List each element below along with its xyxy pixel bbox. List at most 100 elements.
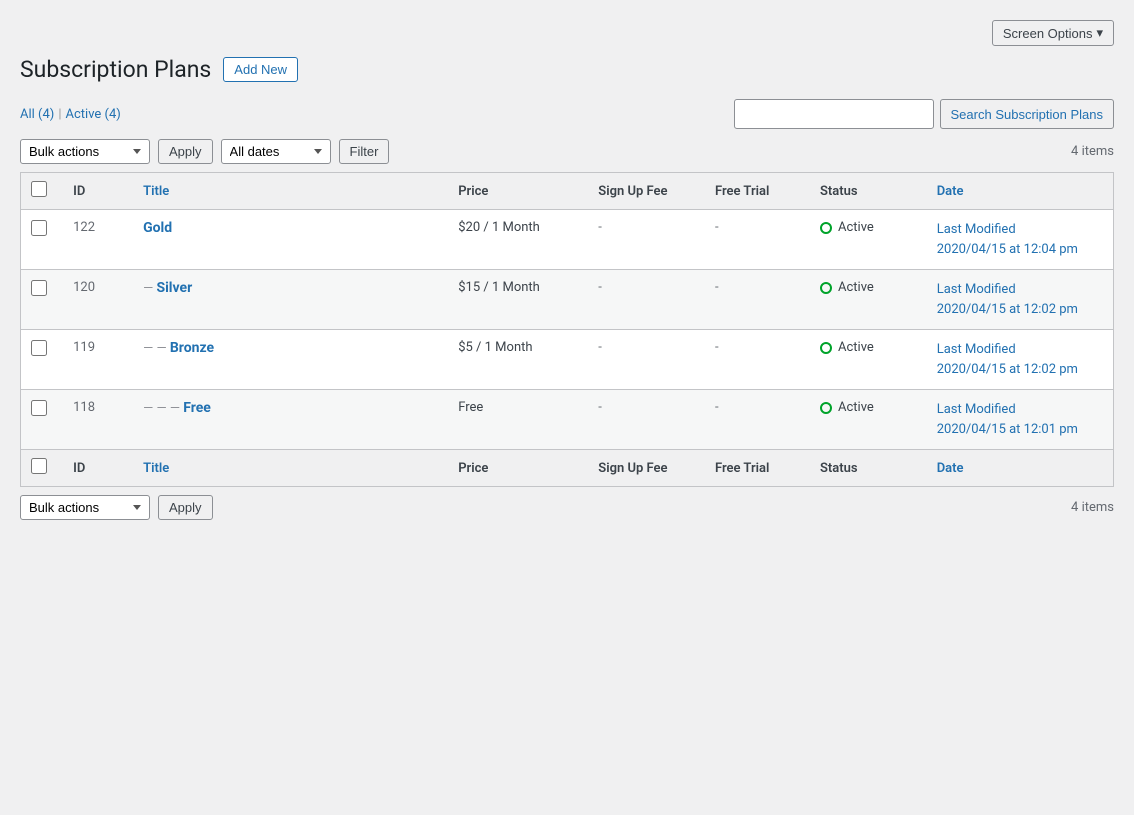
top-bar: Screen Options ▾ xyxy=(20,20,1114,46)
row-id: 119 xyxy=(63,330,133,390)
row-signup-fee: - xyxy=(588,390,705,450)
row-checkbox-1[interactable] xyxy=(31,280,47,296)
bulk-actions-select-top[interactable]: Bulk actions xyxy=(20,139,150,164)
row-price: $15 / 1 Month xyxy=(448,270,588,330)
plan-title-link-1[interactable]: Silver xyxy=(156,280,192,296)
row-date: Last Modified2020/04/15 at 12:02 pm xyxy=(927,270,1114,330)
status-column-header: Status xyxy=(810,173,927,210)
row-price: $20 / 1 Month xyxy=(448,210,588,270)
id-column-header: ID xyxy=(63,173,133,210)
row-date: Last Modified2020/04/15 at 12:01 pm xyxy=(927,390,1114,450)
apply-button-bottom[interactable]: Apply xyxy=(158,495,213,520)
screen-options-label: Screen Options xyxy=(1003,26,1093,41)
bulk-actions-select-bottom[interactable]: Bulk actions xyxy=(20,495,150,520)
row-free-trial: - xyxy=(705,270,810,330)
add-new-button[interactable]: Add New xyxy=(223,57,298,82)
item-count-bottom: 4 items xyxy=(1071,500,1114,515)
page-header: Subscription Plans Add New xyxy=(20,56,1114,83)
row-status: Active xyxy=(810,330,927,390)
date-text: Last Modified2020/04/15 at 12:02 pm xyxy=(937,282,1078,317)
table-footer-row: ID Title Price Sign Up Fee Free Trial St… xyxy=(21,450,1114,487)
status-dot xyxy=(820,222,832,234)
screen-options-button[interactable]: Screen Options ▾ xyxy=(992,20,1114,46)
page-title: Subscription Plans xyxy=(20,56,211,83)
select-all-footer-column xyxy=(21,450,64,487)
title-column-header: Title xyxy=(133,173,448,210)
signup-fee-footer-column: Sign Up Fee xyxy=(588,450,705,487)
title-footer-sort-link[interactable]: Title xyxy=(143,461,169,476)
table-row: 118— — — FreeFree--ActiveLast Modified20… xyxy=(21,390,1114,450)
status-label: Active xyxy=(838,280,874,295)
apply-button-top[interactable]: Apply xyxy=(158,139,213,164)
row-checkbox-2[interactable] xyxy=(31,340,47,356)
top-toolbar: Bulk actions Apply All dates Filter 4 it… xyxy=(20,139,1114,164)
view-active-link[interactable]: Active (4) xyxy=(66,107,121,122)
search-input[interactable] xyxy=(734,99,934,129)
row-signup-fee: - xyxy=(588,330,705,390)
row-date: Last Modified2020/04/15 at 12:02 pm xyxy=(927,330,1114,390)
table-header-row: ID Title Price Sign Up Fee Free Trial St… xyxy=(21,173,1114,210)
row-price: Free xyxy=(448,390,588,450)
row-id: 120 xyxy=(63,270,133,330)
row-title: — Silver xyxy=(133,270,448,330)
search-box: Search Subscription Plans xyxy=(734,99,1114,129)
status-label: Active xyxy=(838,340,874,355)
item-count-top: 4 items xyxy=(1071,144,1114,159)
row-free-trial: - xyxy=(705,210,810,270)
row-signup-fee: - xyxy=(588,210,705,270)
row-id: 122 xyxy=(63,210,133,270)
row-signup-fee: - xyxy=(588,270,705,330)
row-date: Last Modified2020/04/15 at 12:04 pm xyxy=(927,210,1114,270)
plan-title-link-0[interactable]: Gold xyxy=(143,220,172,236)
title-sort-link[interactable]: Title xyxy=(143,184,169,199)
row-checkbox-0[interactable] xyxy=(31,220,47,236)
row-free-trial: - xyxy=(705,330,810,390)
row-status: Active xyxy=(810,270,927,330)
view-links: All (4) | Active (4) xyxy=(20,107,121,122)
row-price: $5 / 1 Month xyxy=(448,330,588,390)
free-trial-column-header: Free Trial xyxy=(705,173,810,210)
table-row: 120— Silver$15 / 1 Month--ActiveLast Mod… xyxy=(21,270,1114,330)
table-row: 119— — Bronze$5 / 1 Month--ActiveLast Mo… xyxy=(21,330,1114,390)
date-footer-sort-link[interactable]: Date xyxy=(937,461,964,476)
title-footer-column: Title xyxy=(133,450,448,487)
status-dot xyxy=(820,282,832,294)
table-row: 122Gold$20 / 1 Month--ActiveLast Modifie… xyxy=(21,210,1114,270)
date-text: Last Modified2020/04/15 at 12:04 pm xyxy=(937,222,1078,257)
row-title: — — Bronze xyxy=(133,330,448,390)
id-footer-column: ID xyxy=(63,450,133,487)
row-free-trial: - xyxy=(705,390,810,450)
select-all-footer-checkbox[interactable] xyxy=(31,458,47,474)
status-dot xyxy=(820,402,832,414)
search-button[interactable]: Search Subscription Plans xyxy=(940,99,1114,129)
dates-select-top[interactable]: All dates xyxy=(221,139,331,164)
row-status: Active xyxy=(810,390,927,450)
chevron-icon: ▾ xyxy=(1096,25,1103,41)
price-column-header: Price xyxy=(448,173,588,210)
row-title: Gold xyxy=(133,210,448,270)
subscription-plans-table: ID Title Price Sign Up Fee Free Trial St… xyxy=(20,172,1114,487)
subheader: All (4) | Active (4) Search Subscription… xyxy=(20,99,1114,129)
separator: | xyxy=(58,107,61,122)
plan-title-link-2[interactable]: Bronze xyxy=(170,340,214,356)
price-footer-column: Price xyxy=(448,450,588,487)
row-status: Active xyxy=(810,210,927,270)
status-footer-column: Status xyxy=(810,450,927,487)
date-column-header: Date xyxy=(927,173,1114,210)
date-footer-column: Date xyxy=(927,450,1114,487)
status-label: Active xyxy=(838,220,874,235)
bottom-toolbar: Bulk actions Apply 4 items xyxy=(20,495,1114,520)
view-all-link[interactable]: All (4) xyxy=(20,107,54,122)
free-trial-footer-column: Free Trial xyxy=(705,450,810,487)
status-dot xyxy=(820,342,832,354)
signup-fee-column-header: Sign Up Fee xyxy=(588,173,705,210)
row-id: 118 xyxy=(63,390,133,450)
select-all-column xyxy=(21,173,64,210)
filter-button[interactable]: Filter xyxy=(339,139,390,164)
row-checkbox-3[interactable] xyxy=(31,400,47,416)
date-text: Last Modified2020/04/15 at 12:02 pm xyxy=(937,342,1078,377)
date-sort-link[interactable]: Date xyxy=(937,184,964,199)
status-label: Active xyxy=(838,400,874,415)
plan-title-link-3[interactable]: Free xyxy=(183,400,211,416)
select-all-checkbox[interactable] xyxy=(31,181,47,197)
